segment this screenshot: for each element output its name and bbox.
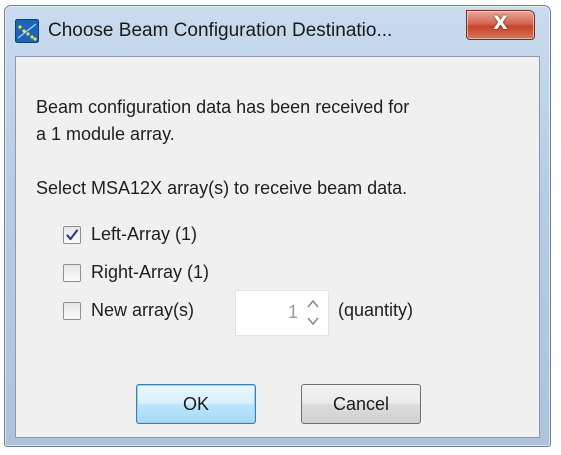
dialog-body: Beam configuration data has been receive… (15, 56, 540, 438)
title-bar[interactable]: Choose Beam Configuration Destinatio... … (5, 6, 550, 56)
checkmark-icon (66, 229, 79, 241)
new-arrays-checkbox[interactable] (63, 302, 81, 320)
right-array-checkbox[interactable] (63, 264, 81, 282)
caret-up-icon[interactable] (304, 296, 322, 312)
message-line-1: Beam configuration data has been receive… (36, 97, 410, 117)
quantity-value[interactable]: 1 (288, 302, 298, 323)
left-array-label[interactable]: Left-Array (1) (91, 224, 197, 245)
close-icon: X (493, 12, 508, 34)
right-array-label[interactable]: Right-Array (1) (91, 262, 209, 283)
instruction-text: Select MSA12X array(s) to receive beam d… (36, 178, 408, 198)
new-arrays-label[interactable]: New array(s) (91, 300, 194, 321)
quantity-suffix-label: (quantity) (338, 300, 414, 320)
cancel-button[interactable]: Cancel (301, 384, 421, 424)
quantity-stepper[interactable]: 1 (235, 290, 329, 336)
app-icon (15, 19, 39, 43)
left-array-checkbox[interactable] (63, 226, 81, 244)
message-line-2: a 1 module array. (36, 124, 175, 144)
window-title: Choose Beam Configuration Destinatio... (48, 20, 393, 41)
close-button[interactable]: X (466, 10, 535, 40)
caret-down-icon[interactable] (304, 313, 322, 329)
ok-button[interactable]: OK (136, 384, 256, 424)
dialog-window: Choose Beam Configuration Destinatio... … (4, 5, 551, 447)
